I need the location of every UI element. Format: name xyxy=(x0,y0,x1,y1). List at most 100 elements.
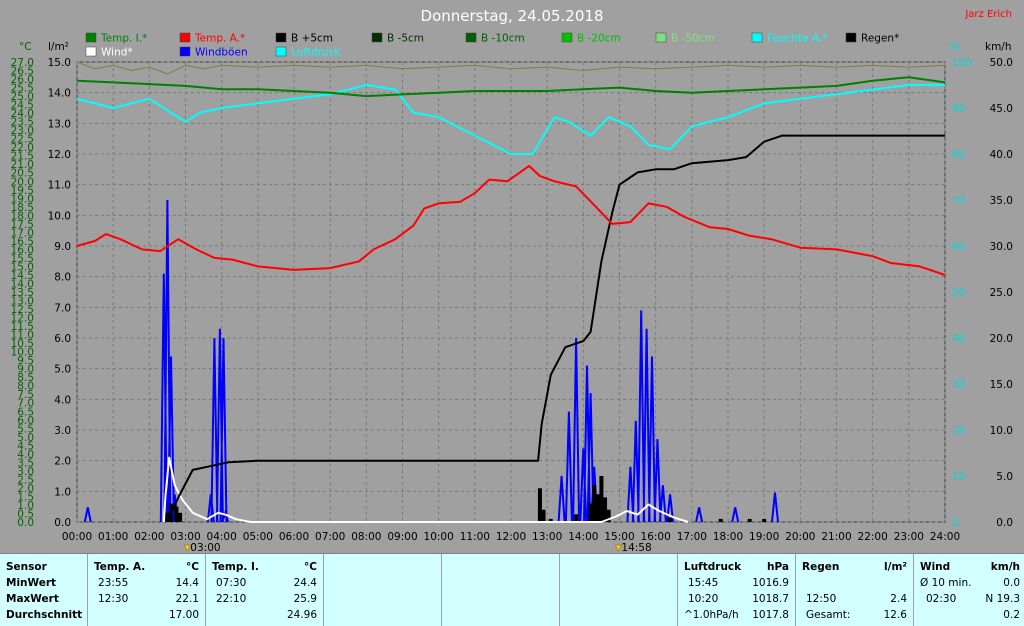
legend-swatch xyxy=(85,32,97,43)
temp-i-avg-value: 24.96 xyxy=(286,609,317,621)
x-tick-label: 09:00 xyxy=(387,531,417,543)
rain-tick-label: 4.0 xyxy=(54,394,71,406)
x-tick-label: 21:00 xyxy=(821,531,851,543)
pressure-column: Luftdruck hPa 15:45 1016.9 10:20 1018.7 … xyxy=(678,554,796,626)
humidity-tick-label: 30 xyxy=(952,379,965,391)
wind-tick-label: 20.0 xyxy=(990,333,1013,345)
humidity-tick-label: 70 xyxy=(952,195,965,207)
x-tick-label: 24:00 xyxy=(930,531,960,543)
wind-tick-label: 25.0 xyxy=(990,287,1013,299)
rain-tick-label: 10.0 xyxy=(48,210,71,222)
rain-bar xyxy=(574,514,579,522)
rain-tick-label: 0.0 xyxy=(54,517,71,529)
x-tick-label: 14:00 xyxy=(568,531,598,543)
humidity-tick-label: 40 xyxy=(952,333,965,345)
rain-bar xyxy=(178,512,183,522)
x-tick-label: 13:00 xyxy=(532,531,562,543)
rain-max-value: 2.4 xyxy=(890,593,907,605)
legend-swatch xyxy=(371,32,383,43)
temp-i-column: Temp. I. °C 07:30 24.4 22:10 25.9 24.96 xyxy=(206,554,324,626)
sensor-header: Sensor xyxy=(6,561,47,573)
x-tick-label: 02:00 xyxy=(134,531,164,543)
wind-tick-label: 45.0 xyxy=(990,103,1013,115)
legend-swatch xyxy=(655,32,667,43)
rain-unit: l/m² xyxy=(884,561,907,573)
legend-swatch xyxy=(561,32,573,43)
wind-tick-label: 40.0 xyxy=(990,149,1013,161)
min-label: MinWert xyxy=(6,577,57,589)
legend-label: Windböen xyxy=(195,47,248,59)
temp-tick-label: 27.0 xyxy=(11,57,34,69)
temp-a-column: Temp. A. °C 23:55 14.4 12:30 22.1 17.00 xyxy=(88,554,206,626)
author-credit: Jarz Erich xyxy=(964,9,1012,20)
rain-bar xyxy=(541,509,546,522)
legend-label: B -50cm xyxy=(671,33,715,45)
x-tick-label: 19:00 xyxy=(749,531,779,543)
legend-label: Wind* xyxy=(101,47,133,59)
marker-label: 03:00 xyxy=(190,542,220,552)
x-tick-label: 05:00 xyxy=(243,531,273,543)
x-tick-label: 22:00 xyxy=(858,531,888,543)
empty-column-2 xyxy=(442,554,560,626)
sensor-column: Sensor MinWert MaxWert Durchschnitt xyxy=(0,554,88,626)
rain-tick-label: 3.0 xyxy=(54,425,71,437)
temp-a-header: Temp. A. xyxy=(94,561,146,573)
pressure-unit: hPa xyxy=(767,561,789,573)
temp-a-unit: °C xyxy=(186,561,199,573)
rain-tick-label: 9.0 xyxy=(54,241,71,253)
legend-label: B -20cm xyxy=(577,33,621,45)
axis-unit-c: °C xyxy=(19,41,32,53)
rain-bar xyxy=(718,518,723,522)
wind-header: Wind xyxy=(920,561,951,573)
chart-title: Donnerstag, 24.05.2018 xyxy=(421,7,604,25)
pressure-max-value: 1018.7 xyxy=(752,593,789,605)
wind-max-value: N 19.3 xyxy=(985,593,1020,605)
empty-column-1 xyxy=(324,554,442,626)
wind-avg10-label: Ø 10 min. xyxy=(920,577,972,589)
wind-tick-label: 30.0 xyxy=(990,241,1013,253)
rain-tick-label: 8.0 xyxy=(54,272,71,284)
rain-tick-label: 11.0 xyxy=(48,180,71,192)
rain-bar xyxy=(174,506,179,522)
x-tick-label: 11:00 xyxy=(460,531,490,543)
wind-tick-label: 35.0 xyxy=(990,195,1013,207)
weather-chart: Donnerstag, 24.05.2018 Jarz Erich Temp. I.… xyxy=(11,7,1013,552)
humidity-tick-label: 50 xyxy=(952,287,965,299)
x-tick-label: 10:00 xyxy=(424,531,454,543)
summary-table: Sensor MinWert MaxWert Durchschnitt Temp… xyxy=(0,553,1024,626)
wind-column: Wind km/h Ø 10 min. 0.0 02:30 N 19.3 0.2 xyxy=(914,554,1024,626)
pressure-trend: ^1.0hPa/h xyxy=(684,609,739,621)
pressure-header: Luftdruck xyxy=(684,561,742,573)
x-tick-label: 07:00 xyxy=(315,531,345,543)
rain-tick-label: 6.0 xyxy=(54,333,71,345)
humidity-tick-label: 0 xyxy=(952,517,959,529)
rain-tick-label: 12.0 xyxy=(48,149,71,161)
legend-swatch xyxy=(751,32,763,43)
legend-label: B +5cm xyxy=(291,33,333,45)
wind-tick-label: 15.0 xyxy=(990,379,1013,391)
marker-label: 14:58 xyxy=(621,542,651,552)
rain-total-value: 12.6 xyxy=(883,609,907,621)
pressure-max-time: 10:20 xyxy=(688,593,719,605)
max-label: MaxWert xyxy=(6,593,59,605)
rain-tick-label: 5.0 xyxy=(54,364,71,376)
rain-bar xyxy=(668,517,673,522)
legend-label: Temp. I.* xyxy=(100,33,147,45)
temp-a-max-time: 12:30 xyxy=(98,593,129,605)
rain-tick-label: 7.0 xyxy=(54,302,71,314)
pressure-min-time: 15:45 xyxy=(688,577,719,589)
temp-i-min-time: 07:30 xyxy=(216,577,247,589)
wind-tick-label: 10.0 xyxy=(990,425,1013,437)
rain-tick-label: 1.0 xyxy=(54,486,71,498)
legend-swatch xyxy=(465,32,477,43)
wind-tick-label: 0.0 xyxy=(996,517,1013,529)
humidity-tick-label: 100 xyxy=(952,57,972,69)
rain-bar xyxy=(599,476,604,522)
temp-i-max-time: 22:10 xyxy=(216,593,247,605)
rain-bar xyxy=(588,503,593,522)
rain-bar xyxy=(603,497,608,522)
rain-tick-label: 2.0 xyxy=(54,456,71,468)
wind-unit: km/h xyxy=(990,561,1020,573)
legend-label: Feuchte A.* xyxy=(767,33,828,45)
x-tick-label: 00:00 xyxy=(62,531,92,543)
